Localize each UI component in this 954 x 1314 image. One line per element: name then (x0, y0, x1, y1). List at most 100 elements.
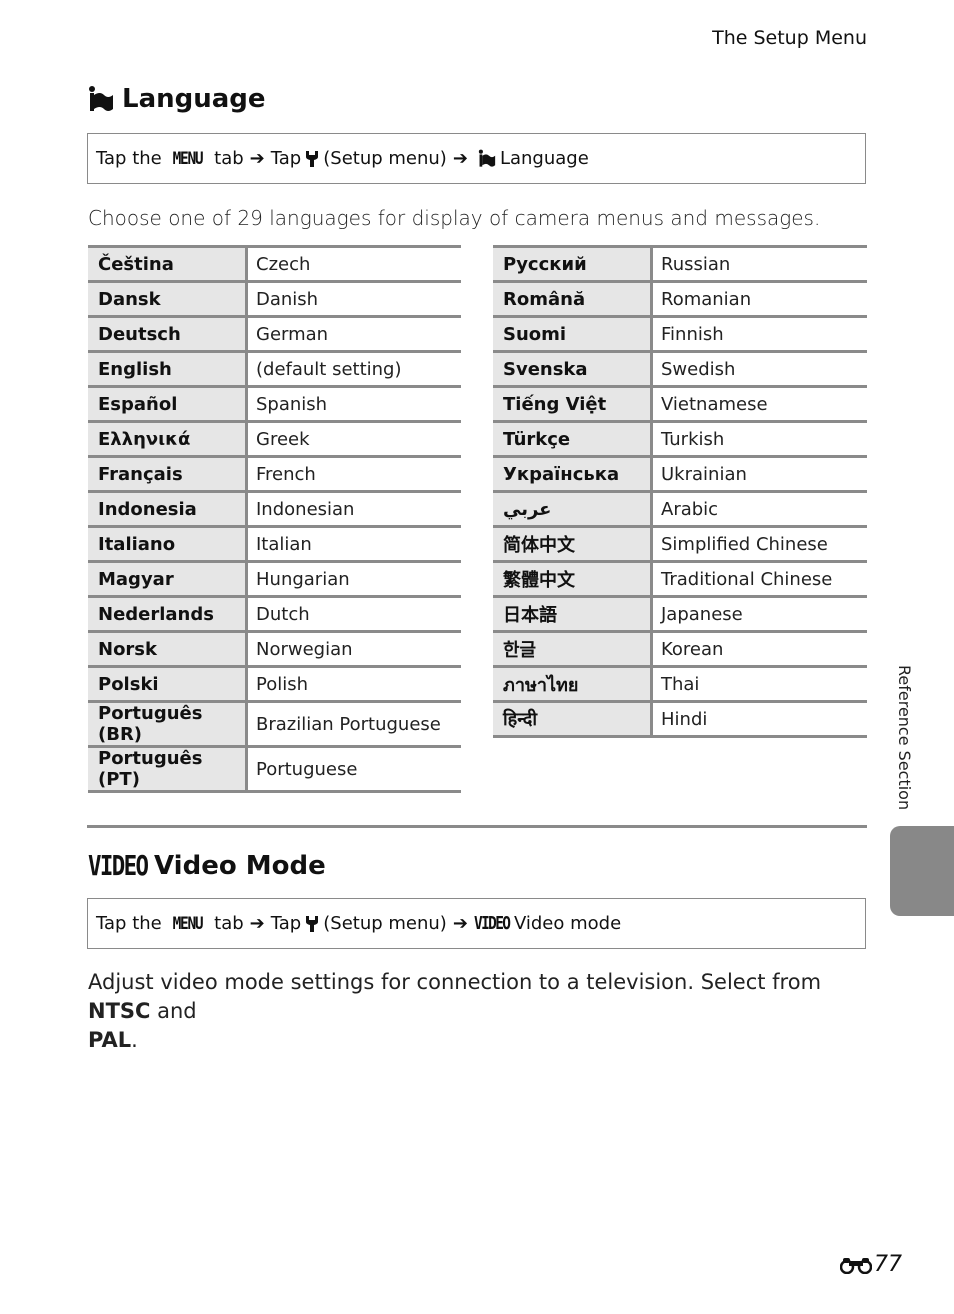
language-row: Română Romanian (493, 280, 867, 317)
language-row: 日本語 Japanese (493, 595, 867, 632)
arrow-right-icon: ➔ (249, 913, 265, 934)
english-language-name: Korean (651, 630, 867, 667)
language-intro: Choose one of 29 languages for display o… (88, 206, 821, 230)
english-language-name: Spanish (246, 385, 461, 422)
video-mode-description: Adjust video mode settings for connectio… (88, 968, 868, 1055)
language-row: Español Spanish (88, 385, 461, 422)
native-language-name: Polski (88, 665, 248, 702)
english-language-name: Russian (651, 245, 867, 282)
english-language-name: Czech (246, 245, 461, 282)
menu-tab-label: MENU (173, 148, 204, 169)
wrench-icon (305, 150, 319, 168)
english-language-name: Japanese (651, 595, 867, 632)
english-language-name: Portuguese (246, 745, 461, 793)
english-language-name: (default setting) (246, 350, 461, 387)
language-row: Čeština Czech (88, 245, 461, 282)
description-text: . (131, 1028, 138, 1052)
option-pal: PAL (88, 1028, 132, 1052)
language-row: Svenska Swedish (493, 350, 867, 387)
language-row: Русский Russian (493, 245, 867, 282)
language-row: Français French (88, 455, 461, 492)
native-language-name: Čeština (88, 245, 248, 282)
native-language-name: Svenska (493, 350, 653, 387)
english-language-name: Italian (246, 525, 461, 562)
language-row: Português (BR) Brazilian Portuguese (88, 700, 461, 747)
arrow-right-icon: ➔ (452, 913, 468, 934)
english-language-name: French (246, 455, 461, 492)
language-section-title: Language (88, 84, 266, 114)
english-language-name: Traditional Chinese (651, 560, 867, 597)
native-language-name: Русский (493, 245, 653, 282)
english-language-name: Greek (246, 420, 461, 457)
native-language-name: 한글 (493, 630, 653, 667)
english-language-name: Vietnamese (651, 385, 867, 422)
language-row: Dansk Danish (88, 280, 461, 317)
language-row: Indonesia Indonesian (88, 490, 461, 527)
nav-prefix: Tap the (96, 148, 168, 169)
native-language-name: English (88, 350, 248, 387)
native-language-name: Türkçe (493, 420, 653, 457)
language-row: Tiếng Việt Vietnamese (493, 385, 867, 422)
nav-target: Video mode (513, 913, 622, 934)
video-section-title: VIDEO Video Mode (88, 849, 326, 882)
native-language-name: 简体中文 (493, 525, 653, 562)
nav-tap: Tap (270, 148, 302, 169)
native-language-name: Tiếng Việt (493, 385, 653, 422)
language-row: Suomi Finnish (493, 315, 867, 352)
language-row: Nederlands Dutch (88, 595, 461, 632)
native-language-name: Suomi (493, 315, 653, 352)
english-language-name: Simplified Chinese (651, 525, 867, 562)
native-language-name: ภาษาไทย (493, 665, 653, 702)
language-row: Українська Ukrainian (493, 455, 867, 492)
nav-after-menu: tab (208, 913, 244, 934)
language-title-text: Language (122, 84, 266, 114)
nav-prefix: Tap the (96, 913, 168, 934)
description-text: Adjust video mode settings for connectio… (88, 970, 822, 994)
video-title-text: Video Mode (154, 850, 326, 881)
english-language-name: Arabic (651, 490, 867, 527)
language-row: English (default setting) (88, 350, 461, 387)
arrow-right-icon: ➔ (452, 148, 468, 169)
english-language-name: German (246, 315, 461, 352)
native-language-name: Français (88, 455, 248, 492)
video-icon: VIDEO (473, 913, 511, 934)
video-icon: VIDEO (88, 849, 149, 882)
nav-tap: Tap (270, 913, 302, 934)
native-language-name: Italiano (88, 525, 248, 562)
language-row: Türkçe Turkish (493, 420, 867, 457)
native-language-name: Indonesia (88, 490, 248, 527)
language-row: Italiano Italian (88, 525, 461, 562)
running-head: The Setup Menu (712, 27, 867, 49)
native-language-name: Norsk (88, 630, 248, 667)
nav-setup-label: (Setup menu) (323, 148, 447, 169)
english-language-name: Ukrainian (651, 455, 867, 492)
english-language-name: Polish (246, 665, 461, 702)
language-row: Ελληνικά Greek (88, 420, 461, 457)
native-language-name: Ελληνικά (88, 420, 248, 457)
native-language-name: Dansk (88, 280, 248, 317)
reference-section-tab (890, 826, 954, 916)
page-number: 77 (840, 1252, 902, 1277)
native-language-name: Română (493, 280, 653, 317)
wrench-icon (305, 915, 319, 933)
native-language-name: Nederlands (88, 595, 248, 632)
video-nav-path: Tap the MENU tab ➔ Tap (Setup menu) ➔ VI… (87, 898, 866, 949)
page-number-value: 77 (874, 1252, 902, 1277)
language-row: 한글 Korean (493, 630, 867, 667)
option-ntsc: NTSC (88, 999, 151, 1023)
side-tab-label: Reference Section (895, 665, 914, 811)
native-language-name: Українська (493, 455, 653, 492)
language-row: Deutsch German (88, 315, 461, 352)
english-language-name: Danish (246, 280, 461, 317)
language-nav-path: Tap the MENU tab ➔ Tap (Setup menu) ➔ La… (87, 133, 866, 184)
nav-setup-label: (Setup menu) (323, 913, 447, 934)
language-row: 繁體中文 Traditional Chinese (493, 560, 867, 597)
english-language-name: Dutch (246, 595, 461, 632)
section-divider (87, 825, 867, 828)
nav-target: Language (499, 148, 589, 169)
english-language-name: Swedish (651, 350, 867, 387)
description-text: and (150, 999, 197, 1023)
english-language-name: Finnish (651, 315, 867, 352)
language-row: عربي Arabic (493, 490, 867, 527)
binoculars-icon (840, 1256, 872, 1274)
